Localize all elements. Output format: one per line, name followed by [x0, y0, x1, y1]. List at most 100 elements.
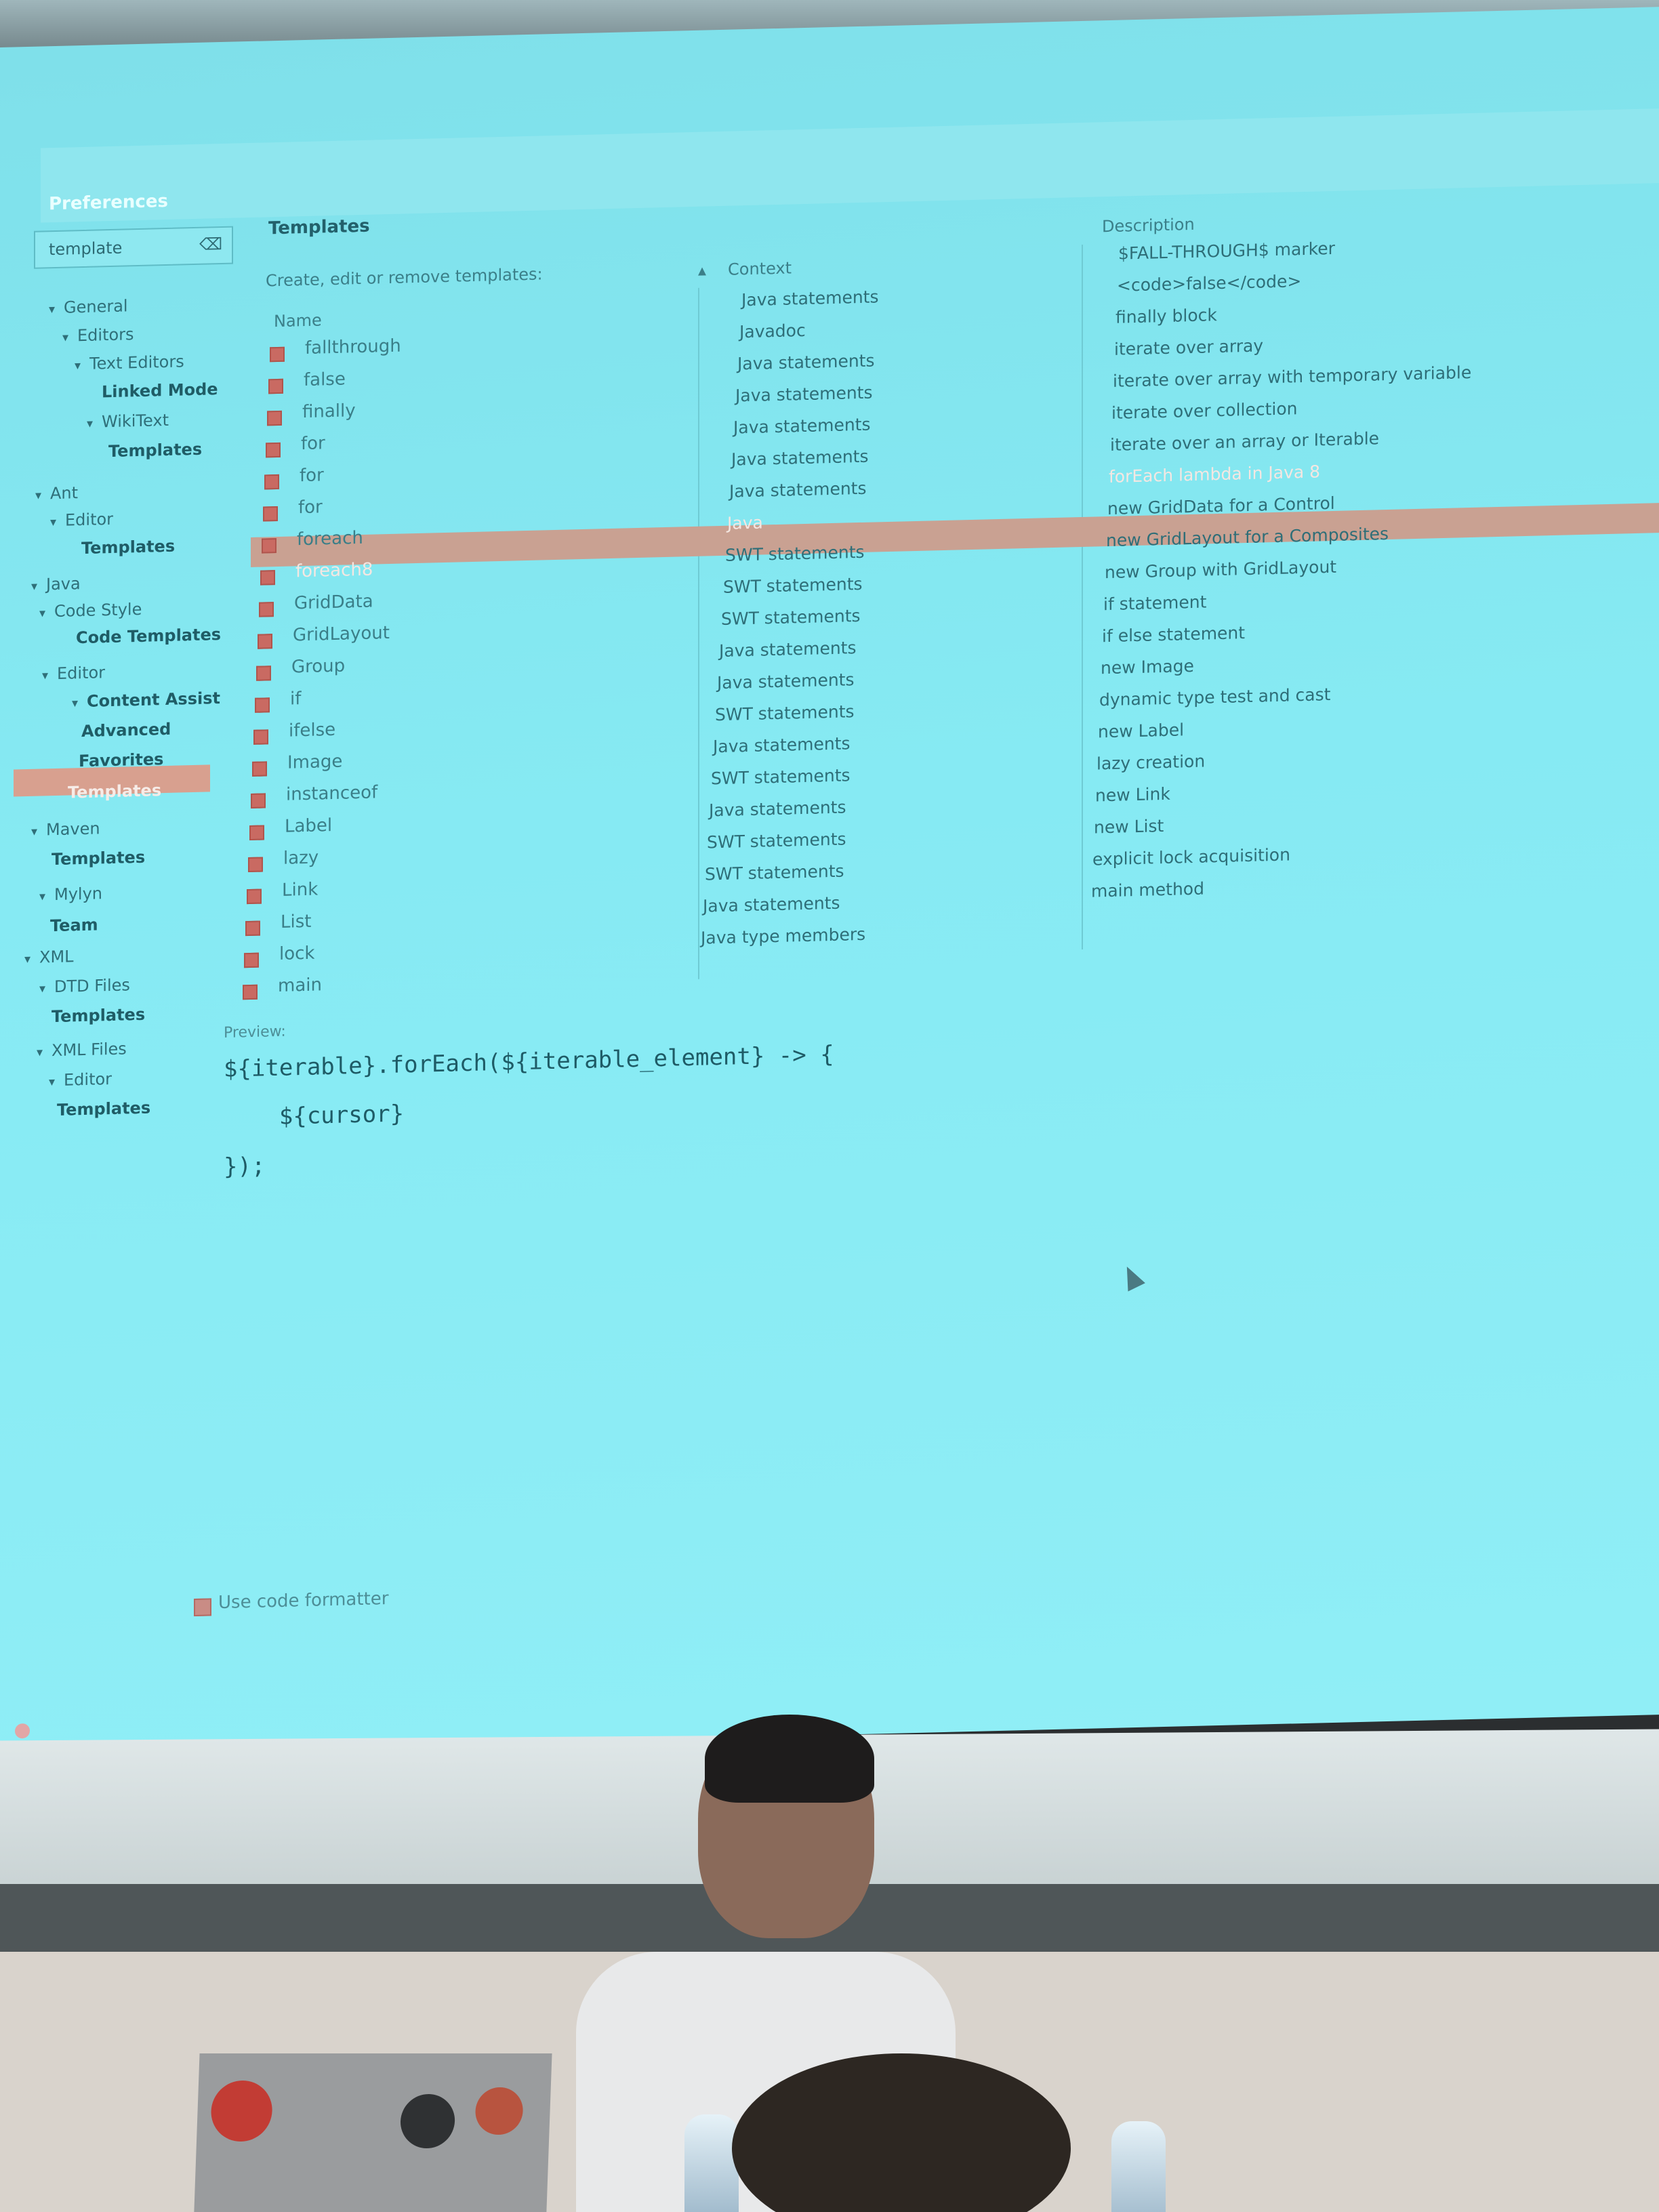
- filter-text: template: [49, 238, 123, 260]
- column-header-name[interactable]: Name: [274, 310, 322, 331]
- tree-item-label: Mylyn: [54, 884, 102, 905]
- tree-item-label: Team: [50, 915, 98, 936]
- template-enabled-checkbox[interactable]: [253, 729, 268, 745]
- template-enabled-checkbox[interactable]: [260, 570, 275, 586]
- template-name: foreach8: [295, 559, 373, 582]
- tree-item[interactable]: Templates: [68, 781, 161, 802]
- template-name: GridLayout: [293, 622, 390, 646]
- help-icon[interactable]: [15, 1723, 30, 1739]
- tree-item[interactable]: ▾ Editor: [49, 1069, 112, 1090]
- tree-item[interactable]: Templates: [52, 1005, 145, 1026]
- template-enabled-checkbox[interactable]: [266, 442, 281, 458]
- template-enabled-checkbox[interactable]: [244, 952, 259, 968]
- clear-icon[interactable]: ⌫: [199, 234, 222, 254]
- tree-item-label: Templates: [52, 1004, 146, 1027]
- template-enabled-checkbox[interactable]: [248, 857, 263, 873]
- template-enabled-checkbox[interactable]: [252, 761, 267, 777]
- template-enabled-checkbox[interactable]: [259, 602, 274, 617]
- tree-item[interactable]: ▾ Text Editors: [75, 352, 184, 373]
- laptop-sticker: [399, 2094, 456, 2148]
- tree-item-label: Templates: [108, 439, 203, 462]
- chevron-down-icon[interactable]: ▾: [24, 952, 39, 966]
- chevron-down-icon[interactable]: ▾: [49, 1075, 64, 1089]
- tree-item[interactable]: ▾ Ant: [35, 483, 78, 504]
- chevron-down-icon[interactable]: ▾: [39, 606, 54, 620]
- chevron-down-icon[interactable]: ▾: [49, 302, 64, 316]
- template-description: finally block: [1115, 305, 1217, 327]
- tree-item[interactable]: ▾ XML Files: [37, 1039, 127, 1060]
- tree-item[interactable]: Templates: [52, 848, 145, 869]
- template-enabled-checkbox[interactable]: [268, 378, 283, 394]
- chevron-down-icon[interactable]: ▾: [87, 416, 102, 431]
- chevron-down-icon[interactable]: ▾: [39, 981, 54, 996]
- tree-item[interactable]: Templates: [81, 537, 175, 558]
- column-divider[interactable]: [1082, 244, 1083, 949]
- chevron-down-icon[interactable]: ▾: [62, 330, 77, 345]
- template-context: Java statements: [741, 287, 879, 310]
- template-name: ifelse: [289, 719, 336, 741]
- tree-item[interactable]: ▾ Editor: [50, 510, 113, 530]
- template-context: SWT statements: [723, 573, 863, 597]
- tree-item[interactable]: ▾ Editors: [62, 325, 134, 346]
- filter-input[interactable]: template ⌫: [34, 226, 233, 269]
- template-enabled-checkbox[interactable]: [258, 634, 272, 649]
- template-enabled-checkbox[interactable]: [262, 538, 276, 554]
- tree-item[interactable]: ▾ Code Style: [39, 600, 142, 621]
- tree-item-label: WikiText: [102, 410, 169, 432]
- tree-item[interactable]: Templates: [57, 1099, 150, 1120]
- template-description: iterate over collection: [1111, 398, 1298, 423]
- tree-item[interactable]: ▾ Maven: [31, 819, 100, 839]
- presenter-hair: [705, 1715, 874, 1803]
- chevron-down-icon[interactable]: ▾: [31, 579, 46, 594]
- tree-item[interactable]: Favorites: [79, 750, 163, 771]
- chevron-down-icon[interactable]: ▾: [35, 488, 50, 503]
- template-enabled-checkbox[interactable]: [264, 474, 279, 490]
- water-bottle: [1111, 2121, 1166, 2212]
- tree-item[interactable]: Linked Mode: [102, 380, 218, 401]
- template-enabled-checkbox[interactable]: [243, 984, 258, 1000]
- template-enabled-checkbox[interactable]: [245, 920, 260, 937]
- template-name: foreach: [297, 527, 363, 550]
- chevron-down-icon[interactable]: ▾: [72, 696, 87, 710]
- column-header-description[interactable]: Description: [1102, 215, 1195, 236]
- template-enabled-checkbox[interactable]: [256, 665, 271, 681]
- tree-item[interactable]: ▾ Mylyn: [39, 884, 102, 904]
- use-code-formatter-checkbox[interactable]: [194, 1598, 211, 1617]
- tree-item-label: Favorites: [79, 750, 164, 771]
- tree-item[interactable]: ▾ Content Assist: [72, 689, 220, 711]
- tree-item[interactable]: ▾ Java: [31, 574, 81, 594]
- tree-item[interactable]: Templates: [108, 440, 202, 461]
- template-enabled-checkbox[interactable]: [267, 410, 282, 426]
- chevron-down-icon[interactable]: ▾: [75, 359, 89, 373]
- template-context: Java: [727, 512, 763, 533]
- chevron-down-icon[interactable]: ▾: [31, 824, 46, 839]
- tree-item-label: Editor: [57, 663, 106, 683]
- tree-item-label: Maven: [46, 819, 100, 840]
- tree-item-label: General: [64, 296, 128, 317]
- tree-item[interactable]: ▾ General: [49, 296, 128, 317]
- tree-item[interactable]: ▾ WikiText: [87, 411, 169, 432]
- column-divider[interactable]: [698, 287, 699, 979]
- chevron-down-icon[interactable]: ▾: [50, 515, 65, 529]
- tree-item[interactable]: Advanced: [81, 720, 171, 741]
- column-header-context[interactable]: Context: [728, 258, 792, 279]
- template-context: Java statements: [717, 670, 855, 693]
- tree-item[interactable]: Code Templates: [76, 625, 221, 647]
- tree-item-label: Java: [46, 574, 81, 594]
- tree-item-label: Templates: [68, 781, 162, 802]
- template-enabled-checkbox[interactable]: [249, 825, 264, 841]
- template-enabled-checkbox[interactable]: [263, 506, 278, 522]
- template-enabled-checkbox[interactable]: [247, 888, 262, 905]
- chevron-down-icon[interactable]: ▾: [39, 889, 54, 903]
- tree-item[interactable]: Team: [50, 915, 98, 935]
- template-description: new List: [1094, 816, 1164, 838]
- template-enabled-checkbox[interactable]: [251, 793, 266, 808]
- tree-item[interactable]: ▾ Editor: [42, 663, 105, 683]
- chevron-down-icon[interactable]: ▾: [42, 668, 57, 682]
- tree-item-label: Editor: [64, 1069, 112, 1090]
- tree-item[interactable]: ▾ XML: [24, 947, 74, 967]
- tree-item[interactable]: ▾ DTD Files: [39, 975, 130, 996]
- template-enabled-checkbox[interactable]: [255, 697, 270, 713]
- chevron-down-icon[interactable]: ▾: [37, 1045, 52, 1059]
- template-enabled-checkbox[interactable]: [270, 346, 285, 363]
